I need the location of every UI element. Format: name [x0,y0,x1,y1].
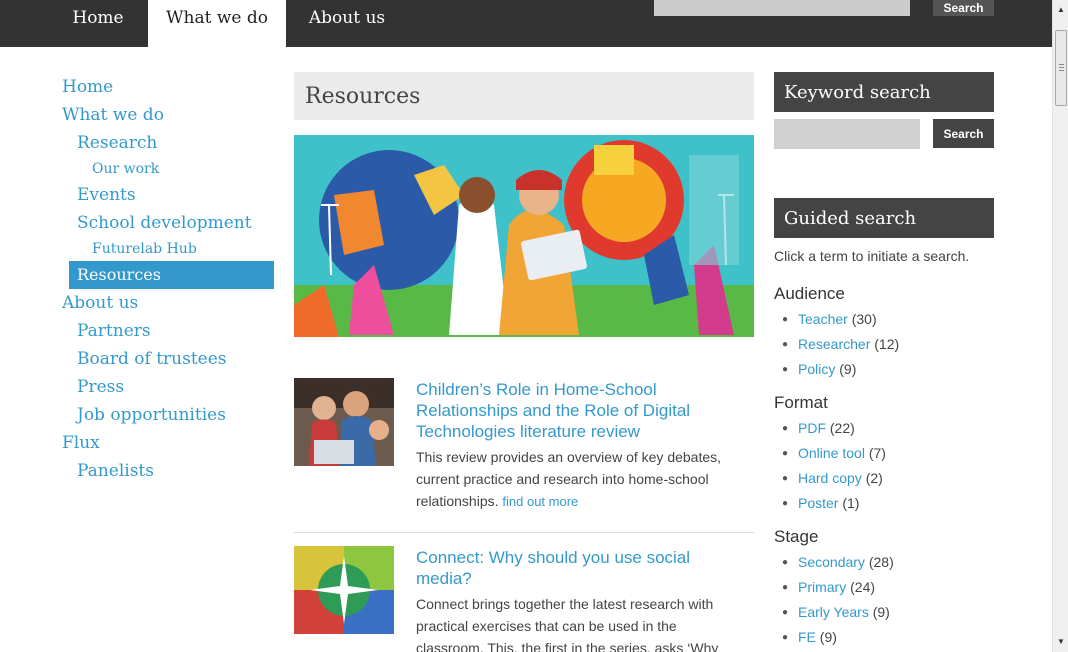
keyword-search-button[interactable]: Search [933,119,994,148]
facet-link-secondary[interactable]: Secondary [798,554,865,570]
facet-count: (30) [851,311,877,327]
page-title: Resources [305,84,421,109]
guided-search-title: Guided search [784,208,917,229]
facet-count: (28) [868,554,894,570]
facet-heading-format: Format [774,393,828,412]
facet-item: ● Hard copy (2) [782,470,883,486]
facet-count: (1) [842,495,860,511]
left-nav-press[interactable]: Press [77,377,124,397]
top-search-input[interactable] [654,0,910,16]
facet-item: ● FE (9) [782,629,837,645]
bullet-icon: ● [782,557,789,568]
article-divider [294,532,754,533]
article-summary: This review provides an overview of key … [416,446,736,513]
facet-count: (24) [850,579,876,595]
bullet-icon: ● [782,498,789,509]
scroll-thumb[interactable] [1055,30,1067,106]
top-search-button[interactable]: Search [933,0,994,16]
left-nav-board-of-trustees[interactable]: Board of trustees [77,349,227,369]
scroll-down-arrow-icon[interactable]: ▼ [1057,638,1065,646]
facet-heading-stage: Stage [774,527,819,546]
bullet-icon: ● [782,582,789,593]
guided-search-hint: Click a term to initiate a search. [774,248,970,264]
left-nav-our-work[interactable]: Our work [92,161,159,177]
top-nav-bar: Home What we do About us Search [0,0,1052,47]
facet-link-hard-copy[interactable]: Hard copy [798,470,862,486]
page-title-box: Resources [294,72,754,120]
bullet-icon: ● [782,314,789,325]
hero-illustration-art [294,135,754,337]
facet-item: ● Secondary (28) [782,554,894,570]
left-nav-what-we-do[interactable]: What we do [62,105,164,125]
facet-item: ● Teacher (30) [782,311,877,327]
facet-item: ● Poster (1) [782,495,859,511]
facet-count: (9) [839,361,857,377]
facet-count: (9) [819,629,837,645]
left-nav-research[interactable]: Research [77,133,157,153]
bullet-icon: ● [782,339,789,350]
facet-link-poster[interactable]: Poster [798,495,838,511]
facet-link-primary[interactable]: Primary [798,579,846,595]
article-title-link[interactable]: Connect: Why should you use social media… [416,547,736,589]
left-nav-flux[interactable]: Flux [62,433,100,453]
facet-item: ● PDF (22) [782,420,855,436]
keyword-search-title: Keyword search [784,82,931,103]
left-nav-panelists[interactable]: Panelists [77,461,154,481]
facet-count: (9) [872,604,890,620]
facet-heading-audience: Audience [774,284,845,303]
bullet-icon: ● [782,607,789,618]
facet-link-teacher[interactable]: Teacher [798,311,848,327]
facet-link-early-years[interactable]: Early Years [798,604,869,620]
nav-tab-about-us[interactable]: About us [292,0,402,47]
facet-link-researcher[interactable]: Researcher [798,336,870,352]
facet-item: ● Primary (24) [782,579,875,595]
find-out-more-link[interactable]: find out more [502,494,578,509]
article-thumbnail-image [294,378,394,466]
left-nav-home[interactable]: Home [62,77,113,97]
keyword-search-header: Keyword search [774,72,994,112]
bullet-icon: ● [782,473,789,484]
article-summary: Connect brings together the latest resea… [416,593,736,652]
bullet-icon: ● [782,448,789,459]
nav-tab-home[interactable]: Home [52,0,144,47]
facet-count: (22) [829,420,855,436]
facet-link-pdf[interactable]: PDF [798,420,826,436]
facet-count: (7) [868,445,886,461]
bullet-icon: ● [782,632,789,643]
left-nav-school-development[interactable]: School development [77,213,252,233]
scroll-grip-line [1059,64,1064,65]
left-nav-events[interactable]: Events [77,185,136,205]
bullet-icon: ● [782,364,789,375]
hero-illustration [294,135,754,337]
facet-item: ● Online tool (7) [782,445,886,461]
article-thumbnail[interactable] [294,546,394,634]
article-thumbnail-image [294,546,394,634]
facet-count: (2) [865,470,883,486]
left-nav-partners[interactable]: Partners [77,321,151,341]
scroll-grip-line [1059,70,1064,71]
scroll-grip-line [1059,67,1064,68]
article-summary-text: Connect brings together the latest resea… [416,596,719,652]
guided-search-header: Guided search [774,198,994,238]
facet-link-online-tool[interactable]: Online tool [798,445,865,461]
bullet-icon: ● [782,423,789,434]
facet-link-fe[interactable]: FE [798,629,816,645]
facet-item: ● Researcher (12) [782,336,899,352]
facet-link-policy[interactable]: Policy [798,361,835,377]
left-nav-resources[interactable]: Resources [69,261,274,289]
left-nav-about-us[interactable]: About us [62,293,138,313]
keyword-search-input[interactable] [774,119,920,149]
facet-count: (12) [874,336,900,352]
nav-tab-what-we-do[interactable]: What we do [148,0,286,47]
facet-item: ● Policy (9) [782,361,856,377]
scroll-up-arrow-icon[interactable]: ▲ [1057,6,1065,14]
facet-item: ● Early Years (9) [782,604,890,620]
left-nav-job-opportunities[interactable]: Job opportunities [77,405,226,425]
vertical-scrollbar[interactable]: ▲ ▼ [1052,0,1068,652]
article-thumbnail[interactable] [294,378,394,466]
article-title-link[interactable]: Children’s Role in Home-School Relations… [416,379,736,442]
left-nav-futurelab-hub[interactable]: Futurelab Hub [92,241,197,257]
